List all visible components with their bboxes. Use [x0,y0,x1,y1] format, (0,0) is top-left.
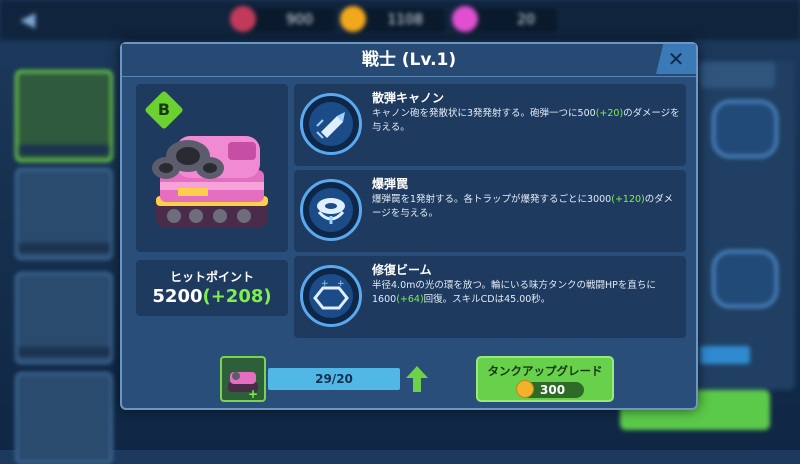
gem-counter: 20 [452,6,557,32]
fragment-progress-bar: 29/20 [268,368,400,390]
upgrade-cost: 300 [516,380,584,398]
bg-bar [700,346,750,364]
tank-fragment-thumbnail: + [220,356,266,402]
gem-icon [452,6,478,32]
svg-text:+: + [321,279,329,289]
hit-points-panel: ヒットポイント 5200(+208) [136,260,288,316]
svg-text:+: + [248,387,258,400]
skill-repair-beam: + + 修復ビーム 半径4.0mの光の環を放つ。輪にいる味方タンクの戦闘HPを直… [294,256,686,338]
upgrade-button-label: タンクアップグレード [487,364,603,378]
parts-value: 900 [286,12,313,28]
skill-shotgun-cannon: 散弾キャノン キャノン砲を発散状に3発発射する。砲弾一つに500(+20)のダメ… [294,84,686,166]
skill-bomb-trap: 爆弾罠 爆弾罠を1発射する。各トラップが爆発するごとに3000(+120)のダメ… [294,170,686,252]
upgrade-row: + 29/20 タンクアップグレード 300 [122,350,696,410]
fragment-progress-text: 29/20 [315,372,353,386]
hit-points-label: ヒットポイント [169,270,254,284]
hit-points-base: 5200 [152,286,203,307]
svg-text:+: + [337,279,345,289]
skill-description: 半径4.0mの光の環を放つ。輪にいる味方タンクの戦闘HPを直ちに1600(+64… [372,280,656,305]
tank-detail-dialog: 戦士 (Lv.1) ✕ B ヒットポイント 5200(+208) 散弾キャノン … [120,42,698,410]
coin-icon [516,380,534,398]
top-resource-bar: ◀ 900 1108 20 [0,0,800,40]
hit-points-bonus: (+208) [202,286,272,307]
gem-value: 20 [517,12,535,28]
bg-tank-card [15,372,113,464]
skill-name: 爆弾罠 [372,177,409,191]
bomb-trap-icon [300,179,362,241]
skill-name: 散弾キャノン [372,91,445,105]
coin-icon [340,6,366,32]
upgrade-cost-value: 300 [540,383,566,397]
tank-image [152,136,268,228]
skill-name: 修復ビーム [372,263,432,277]
tank-image-panel: B [136,84,288,252]
coin-value: 1108 [387,12,423,28]
bg-hex-icon [712,250,778,308]
hit-points-value: 5200(+208) [136,286,288,307]
skill-description: 爆弾罠を1発射する。各トラップが爆発するごとに3000(+120)のダメージを与… [372,194,673,219]
back-arrow-icon[interactable]: ◀ [20,8,42,30]
bg-tank-card [15,168,113,260]
shotgun-cannon-icon [300,93,362,155]
close-icon: ✕ [667,47,685,71]
bg-tank-card [15,70,113,162]
dialog-title-bar: 戦士 (Lv.1) ✕ [122,44,696,77]
bg-tank-card [15,272,113,364]
repair-beam-icon: + + [300,265,362,327]
bg-tab [700,62,775,88]
dialog-title: 戦士 (Lv.1) [361,50,457,70]
level-up-arrow-icon [406,366,428,392]
tank-upgrade-button[interactable]: タンクアップグレード 300 [476,356,614,402]
bg-hex-icon [712,100,778,158]
parts-counter: 900 [230,6,335,32]
coin-counter: 1108 [340,6,445,32]
skill-description: キャノン砲を発散状に3発発射する。砲弾一つに500(+20)のダメージを与える。 [372,108,680,133]
gear-parts-icon [230,6,256,32]
